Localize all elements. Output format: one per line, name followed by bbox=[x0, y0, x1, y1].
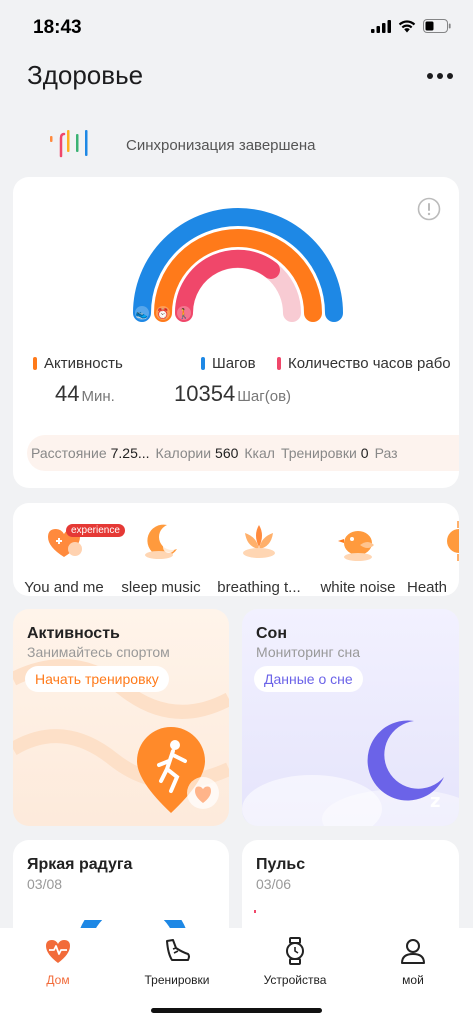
bird-icon bbox=[338, 531, 374, 561]
watch-icon bbox=[286, 937, 304, 965]
sync-text: Синхронизация завершена bbox=[126, 137, 316, 154]
calories-label: Калории bbox=[155, 445, 212, 461]
tab-workouts-label: Тренировки bbox=[144, 973, 210, 987]
daily-summary-strip: Расстояние 7.25... Калории 560 Ккал Трен… bbox=[27, 435, 459, 471]
activity-rings-card[interactable]: 👟 ⏰ 🚶 Активность 44 Мин. Шагов 10354 Шаг(о… bbox=[13, 177, 459, 488]
activity-tile-subtitle: Занимайтесь спортом bbox=[27, 644, 170, 660]
services-row: experience You and me sleep music breath… bbox=[13, 503, 459, 596]
stat-activity-label: Активность bbox=[44, 355, 123, 372]
rings-chart: 👟 ⏰ 🚶 bbox=[133, 208, 343, 322]
pulse-tile-title: Пульс bbox=[256, 856, 306, 873]
tab-devices-label: Устройства bbox=[263, 973, 327, 987]
calories-unit: Ккал bbox=[244, 445, 275, 461]
page-title: Здоровье bbox=[27, 60, 144, 90]
workouts-unit: Раз bbox=[374, 445, 398, 461]
app-breathing-training[interactable]: breathing t... bbox=[211, 513, 307, 596]
workouts-label: Тренировки bbox=[280, 445, 357, 461]
more-dot-icon bbox=[437, 73, 443, 79]
app-heath[interactable]: Heath bbox=[407, 513, 459, 593]
more-dot-icon bbox=[447, 73, 453, 79]
svg-text:⏰: ⏰ bbox=[157, 307, 169, 320]
svg-text:🚶: 🚶 bbox=[178, 307, 190, 320]
tab-devices[interactable]: Устройства bbox=[245, 936, 345, 996]
sync-status: Синхронизация завершена bbox=[48, 124, 448, 164]
stat-activity-value: 44 bbox=[55, 381, 80, 406]
lotus-icon bbox=[243, 525, 275, 558]
standing-ring bbox=[174, 249, 280, 322]
home-indicator[interactable] bbox=[151, 1008, 322, 1013]
moon-music-icon bbox=[145, 524, 177, 559]
stat-steps-value: 10354 bbox=[174, 381, 236, 406]
wifi-icon bbox=[398, 19, 416, 32]
start-workout-button[interactable]: Начать тренировку bbox=[25, 666, 169, 692]
tab-home[interactable]: Дом bbox=[8, 936, 108, 996]
stat-standing: Количество часов рабо 8Ч bbox=[277, 355, 459, 372]
sleep-data-button[interactable]: Данные о сне bbox=[254, 666, 363, 692]
pulse-tile-date: 03/06 bbox=[256, 876, 292, 892]
person-icon bbox=[401, 939, 425, 964]
calories-value: 560 bbox=[215, 445, 239, 461]
rainbow-tile-date: 03/08 bbox=[27, 876, 63, 892]
sleep-tile[interactable]: Сон Мониторинг сна Данные о сне z bbox=[242, 609, 459, 826]
app-label: Heath bbox=[407, 579, 448, 593]
stat-standing-label: Количество часов рабо bbox=[288, 355, 451, 372]
svg-text:👟: 👟 bbox=[136, 309, 149, 320]
app-white-noise[interactable]: white noise bbox=[310, 513, 406, 596]
app-sleep-music[interactable]: sleep music bbox=[113, 513, 209, 596]
app-you-and-me[interactable]: experience You and me bbox=[16, 513, 125, 596]
standing-legend-dot bbox=[277, 357, 281, 370]
runner-pin-icon bbox=[137, 727, 219, 813]
stat-activity-unit: Мин. bbox=[81, 388, 115, 405]
sync-bars-icon bbox=[50, 130, 88, 158]
tab-profile[interactable]: мой bbox=[363, 936, 463, 996]
moon-icon: z bbox=[367, 720, 444, 812]
tab-profile-label: мой bbox=[402, 973, 424, 987]
stat-steps-unit: Шаг(ов) bbox=[237, 388, 292, 405]
pulse-chart-preview bbox=[254, 910, 256, 913]
svg-text:z: z bbox=[430, 791, 440, 812]
sleep-tile-title: Сон bbox=[256, 625, 287, 642]
stat-steps-label: Шагов bbox=[212, 355, 256, 372]
info-icon[interactable] bbox=[417, 197, 441, 221]
app-label: white noise bbox=[320, 579, 396, 596]
sleep-tile-subtitle: Мониторинг сна bbox=[256, 644, 361, 660]
tab-workouts[interactable]: Тренировки bbox=[127, 936, 227, 996]
more-dot-icon bbox=[427, 73, 433, 79]
workouts-value: 0 bbox=[360, 445, 369, 461]
status-bar: 18:43 bbox=[0, 0, 473, 56]
sun-icon bbox=[447, 521, 459, 561]
activity-legend-dot bbox=[33, 357, 37, 370]
distance-value: 7.25... bbox=[110, 445, 150, 461]
tab-home-label: Дом bbox=[46, 973, 70, 987]
heart-pulse-icon bbox=[46, 940, 70, 963]
activity-tile[interactable]: Активность Занимайтесь спортом Начать тр… bbox=[13, 609, 229, 826]
battery-icon bbox=[423, 19, 451, 33]
cellular-signal-icon bbox=[371, 19, 391, 33]
distance-label: Расстояние bbox=[31, 445, 107, 461]
more-options-button[interactable] bbox=[425, 64, 455, 88]
stat-activity: Активность 44 Мин. bbox=[33, 355, 123, 406]
activity-tile-title: Активность bbox=[27, 625, 120, 642]
rainbow-tile-title: Яркая радуга bbox=[27, 856, 133, 873]
steps-legend-dot bbox=[201, 357, 205, 370]
shoe-icon bbox=[166, 939, 190, 961]
status-icons bbox=[371, 19, 451, 33]
status-time: 18:43 bbox=[33, 17, 82, 38]
stat-steps: Шагов 10354 Шаг(ов) bbox=[174, 355, 291, 406]
